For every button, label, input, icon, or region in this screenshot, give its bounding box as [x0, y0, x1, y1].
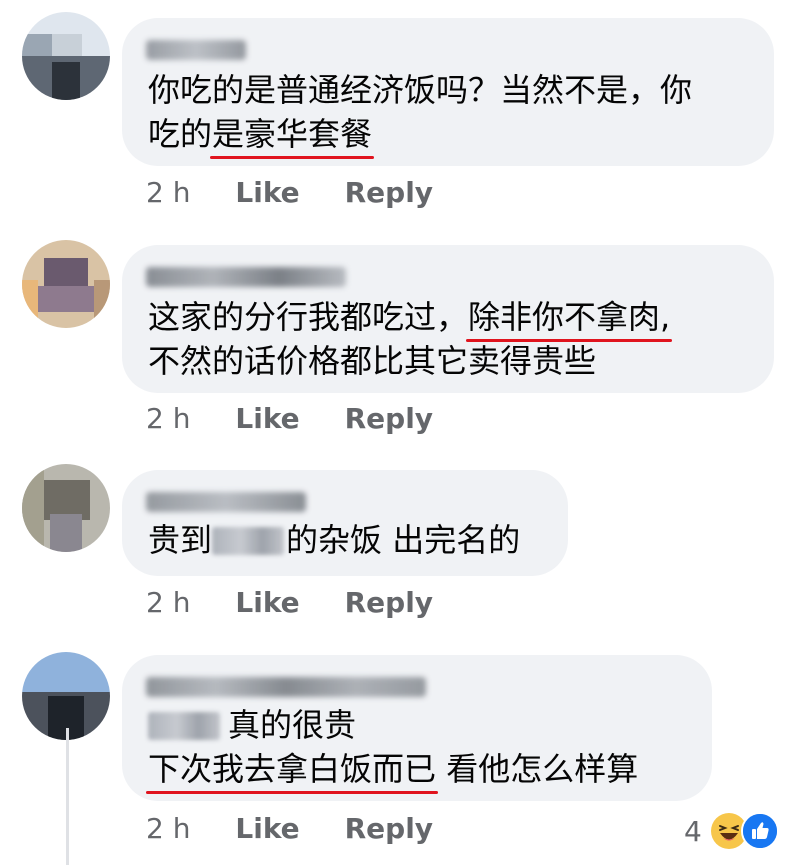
- comment-actions: 2 h Like Reply: [146, 176, 469, 209]
- comment-text: 的杂饭 出完名的: [286, 521, 521, 559]
- reply-button[interactable]: Reply: [345, 176, 433, 209]
- comment-text-line: 这家的分行我都吃过，除非你不拿肉,: [148, 295, 748, 342]
- reply-button[interactable]: Reply: [345, 402, 433, 435]
- like-reaction-icon: [740, 812, 779, 850]
- author-name-blurred[interactable]: [146, 40, 246, 60]
- comment-text: 看他怎么样算: [436, 750, 639, 788]
- avatar[interactable]: [22, 12, 110, 100]
- comment-text-line: 你吃的是普通经济饭吗？当然不是，你: [148, 68, 748, 112]
- comment-text: 这家的分行我都吃过，: [148, 298, 469, 336]
- highlighted-text: 是豪华套餐: [210, 112, 375, 159]
- highlighted-text: 除非你不拿肉,: [466, 295, 673, 342]
- comment-text-line: 吃的是豪华套餐: [148, 112, 748, 159]
- comment-text-line: 下次我去拿白饭而已 看他怎么样算: [145, 747, 686, 794]
- comment-text: 你吃的是普通经济饭吗？当然不是，你: [148, 71, 693, 109]
- comment-text-line: 不然的话价格都比其它卖得贵些: [148, 339, 748, 383]
- redacted-text: [148, 712, 220, 740]
- reaction-count: 4: [684, 814, 702, 848]
- comment-text: 不然的话价格都比其它卖得贵些: [148, 342, 597, 380]
- author-name-blurred[interactable]: [146, 267, 346, 287]
- comment-text: 真的很贵: [228, 706, 357, 744]
- comment-bubble: 这家的分行我都吃过，除非你不拿肉, 不然的话价格都比其它卖得贵些: [122, 245, 774, 393]
- like-button[interactable]: Like: [235, 812, 299, 845]
- comment-text-line: 真的很贵: [148, 703, 686, 747]
- like-button[interactable]: Like: [235, 402, 299, 435]
- avatar[interactable]: [22, 652, 110, 740]
- avatar[interactable]: [22, 240, 110, 328]
- like-button[interactable]: Like: [235, 176, 299, 209]
- reply-button[interactable]: Reply: [345, 586, 433, 619]
- timestamp[interactable]: 2 h: [146, 812, 190, 845]
- comment-actions: 2 h Like Reply: [146, 402, 469, 435]
- timestamp[interactable]: 2 h: [146, 402, 190, 435]
- comment-text-line: 贵到 的杂饭 出完名的: [148, 518, 542, 562]
- comment-bubble: 贵到 的杂饭 出完名的: [122, 470, 568, 576]
- thread-connector-line: [66, 728, 69, 865]
- redacted-text: [212, 527, 285, 555]
- comment-bubble: 真的很贵 下次我去拿白饭而已 看他怎么样算: [122, 655, 712, 801]
- timestamp[interactable]: 2 h: [146, 586, 190, 619]
- avatar[interactable]: [22, 464, 110, 552]
- author-name-blurred[interactable]: [146, 492, 306, 512]
- highlighted-text: 下次我去拿白饭而已: [145, 747, 439, 794]
- comment-actions: 2 h Like Reply: [146, 812, 469, 845]
- reaction-summary[interactable]: 4: [684, 812, 779, 852]
- comment-text: 贵到: [148, 521, 213, 559]
- timestamp[interactable]: 2 h: [146, 176, 190, 209]
- author-name-blurred[interactable]: [146, 677, 426, 697]
- comment-actions: 2 h Like Reply: [146, 586, 469, 619]
- reply-button[interactable]: Reply: [345, 812, 433, 845]
- comment-text: 吃的: [148, 115, 213, 153]
- like-button[interactable]: Like: [235, 586, 299, 619]
- comment-bubble: 你吃的是普通经济饭吗？当然不是，你 吃的是豪华套餐: [122, 18, 774, 166]
